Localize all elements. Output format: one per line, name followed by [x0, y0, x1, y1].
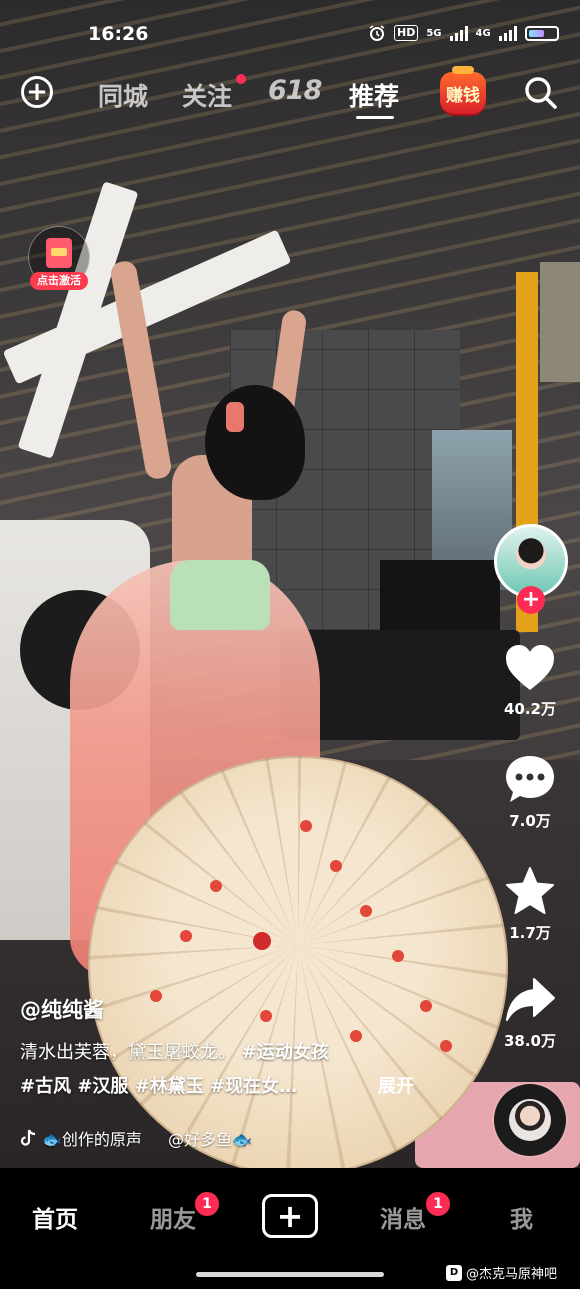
network-4g-label: 4G: [475, 27, 491, 39]
signal-icon: [449, 25, 468, 41]
favorite-button[interactable]: 1.7万: [490, 866, 570, 943]
add-icon[interactable]: +: [21, 76, 53, 108]
hair-ornament: [226, 402, 244, 432]
plum-blossom: [440, 1040, 452, 1052]
tab-following[interactable]: 关注: [182, 77, 232, 113]
favorite-count: 1.7万: [509, 924, 551, 942]
description-text: 清水出芙蓉，黛玉屠蛟龙。: [20, 1042, 236, 1063]
red-envelope-icon: [46, 238, 72, 268]
tiktok-note-icon: [20, 1129, 36, 1146]
notification-dot: [236, 74, 246, 84]
person-hair: [205, 385, 305, 500]
video-description: 清水出芙蓉，黛玉屠蛟龙。 #运动女孩: [20, 1038, 329, 1064]
star-icon: [506, 867, 554, 914]
plum-blossom: [180, 930, 192, 942]
follow-plus-icon[interactable]: +: [517, 586, 545, 614]
network-5g-label: 5G: [426, 27, 442, 39]
battery-icon: [524, 25, 559, 41]
plum-blossom: [260, 1010, 272, 1022]
status-time: 16:26: [88, 23, 149, 45]
green-top: [170, 560, 270, 630]
search-icon[interactable]: [524, 76, 558, 110]
tab-messages[interactable]: 消息: [380, 1200, 426, 1234]
tab-home[interactable]: 首页: [32, 1200, 78, 1234]
music-info[interactable]: 🐟创作的原声 @好多鱼🐟: [20, 1126, 252, 1150]
plum-blossom: [360, 905, 372, 917]
home-indicator[interactable]: [196, 1272, 384, 1277]
tab-friends[interactable]: 朋友: [150, 1200, 196, 1234]
umbrella-center: [253, 932, 271, 950]
messages-badge: 1: [426, 1192, 450, 1216]
friends-badge: 1: [195, 1192, 219, 1216]
comment-count: 7.0万: [509, 812, 551, 830]
hashtag-line[interactable]: #古风 #汉服 #林黛玉 #现在女…: [20, 1072, 297, 1098]
music-disc-cover: [509, 1099, 551, 1141]
music-title: 🐟创作的原声: [42, 1130, 142, 1149]
signal-icon: [498, 25, 517, 41]
music-disc[interactable]: [494, 1084, 566, 1156]
hashtag[interactable]: #运动女孩: [242, 1042, 329, 1063]
alarm-icon: [369, 25, 385, 41]
plum-blossom: [392, 950, 404, 962]
umbrella-ribs: [88, 756, 508, 1168]
plum-blossom: [150, 990, 162, 1002]
watermark-text: @杰克马原神吧: [466, 1267, 558, 1282]
tab-recommend[interactable]: 推荐: [349, 77, 399, 113]
active-tab-indicator: [356, 116, 394, 119]
status-icons: HD 5G 4G: [368, 24, 559, 42]
plum-blossom: [420, 1000, 432, 1012]
gym-equipment: [380, 560, 500, 630]
activate-label: 点击激活: [30, 272, 88, 290]
plum-blossom: [330, 860, 342, 872]
expand-button[interactable]: 展开: [378, 1072, 414, 1098]
plum-blossom: [300, 820, 312, 832]
create-post-button[interactable]: +: [262, 1194, 318, 1238]
watermark-logo: D: [446, 1264, 462, 1281]
plum-blossom: [350, 1030, 362, 1042]
music-credit: @好多鱼🐟: [167, 1130, 252, 1149]
watermark: D @杰克马原神吧: [446, 1263, 557, 1282]
share-arrow-icon: [506, 978, 555, 1021]
comment-icon: [506, 756, 554, 802]
beam-background: [540, 262, 580, 382]
author-name[interactable]: @纯纯酱: [20, 994, 104, 1024]
earn-money-button[interactable]: 赚钱: [440, 66, 486, 114]
like-count: 40.2万: [503, 700, 556, 718]
status-bar: 16:26 HD 5G 4G: [0, 0, 580, 70]
share-count: 38.0万: [503, 1032, 556, 1050]
heart-icon: [506, 645, 554, 690]
tab-me[interactable]: 我: [510, 1200, 533, 1234]
tab-nearby[interactable]: 同城: [98, 77, 148, 113]
share-button[interactable]: 38.0万: [490, 976, 570, 1051]
activate-reward-widget[interactable]: 点击激活: [28, 226, 90, 296]
like-button[interactable]: 40.2万: [490, 644, 570, 719]
earn-label: 赚钱: [446, 85, 480, 106]
hd-icon: HD: [394, 25, 419, 41]
plum-blossom: [210, 880, 222, 892]
tab-618[interactable]: 618: [268, 75, 322, 106]
comment-button[interactable]: 7.0万: [490, 754, 570, 831]
